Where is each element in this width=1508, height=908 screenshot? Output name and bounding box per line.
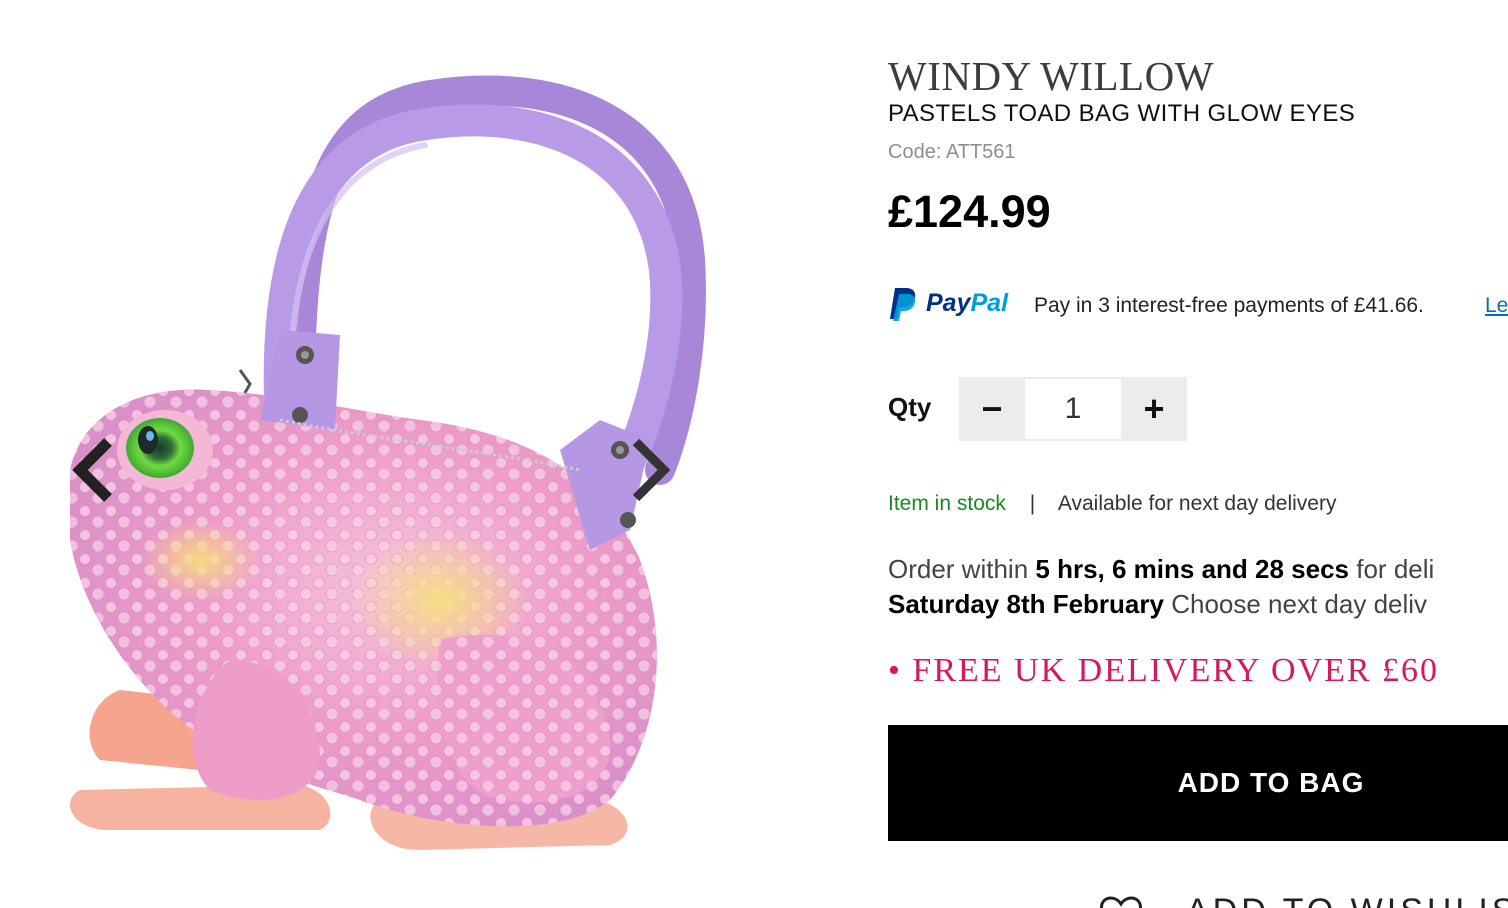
paypal-wordmark: PayPal: [926, 289, 1009, 317]
chevron-right-icon: [632, 438, 671, 502]
paypal-icon: [890, 288, 916, 321]
add-to-bag-label: ADD TO BAG: [1177, 767, 1365, 798]
product-price: £124.99: [888, 186, 1051, 237]
delivery-countdown: Order within 5 hrs, 6 mins and 28 secs f…: [888, 552, 1434, 622]
delivery-date: Saturday 8th February: [888, 589, 1164, 619]
in-stock-label: Item in stock: [888, 492, 1006, 515]
countdown-suffix: for deli: [1356, 554, 1435, 584]
free-delivery-banner: • FREE UK DELIVERY OVER £60: [888, 652, 1440, 689]
quantity-increase-button[interactable]: +: [1121, 377, 1187, 441]
chevron-left-icon: [72, 438, 112, 502]
heart-icon: [1100, 896, 1142, 908]
paypal-learn-more-link[interactable]: Le: [1485, 294, 1508, 318]
countdown-time: 5 hrs, 6 mins and 28 secs: [1035, 554, 1350, 584]
product-title: PASTELS TOAD BAG WITH GLOW EYES: [888, 100, 1356, 127]
availability-label: Available for next day delivery: [1057, 492, 1337, 515]
wishlist-label: ADD TO WISHLIST: [1186, 892, 1508, 908]
gallery-next-button[interactable]: [618, 430, 678, 510]
product-image: [70, 75, 706, 850]
countdown-prefix: Order within: [888, 554, 1029, 584]
paypal-message: Pay in 3 interest-free payments of £41.6…: [1034, 294, 1424, 317]
delivery-choose-text: Choose next day deliv: [1171, 589, 1428, 619]
quantity-label: Qty: [888, 392, 932, 422]
stock-separator: |: [1029, 492, 1036, 515]
brand-name[interactable]: WINDY WILLOW: [888, 52, 1214, 100]
product-gallery: [0, 0, 870, 908]
gallery-prev-button[interactable]: [66, 430, 126, 510]
quantity-decrease-button[interactable]: −: [959, 377, 1025, 441]
add-to-bag-button[interactable]: ADD TO BAG: [888, 725, 1508, 841]
quantity-input[interactable]: [1025, 377, 1121, 441]
product-code: Code: ATT561: [888, 141, 1016, 163]
stock-status: Item in stock | Available for next day d…: [888, 492, 1336, 516]
product-info: WINDY WILLOW PASTELS TOAD BAG WITH GLOW …: [888, 0, 1508, 908]
quantity-stepper: − +: [959, 377, 1187, 441]
